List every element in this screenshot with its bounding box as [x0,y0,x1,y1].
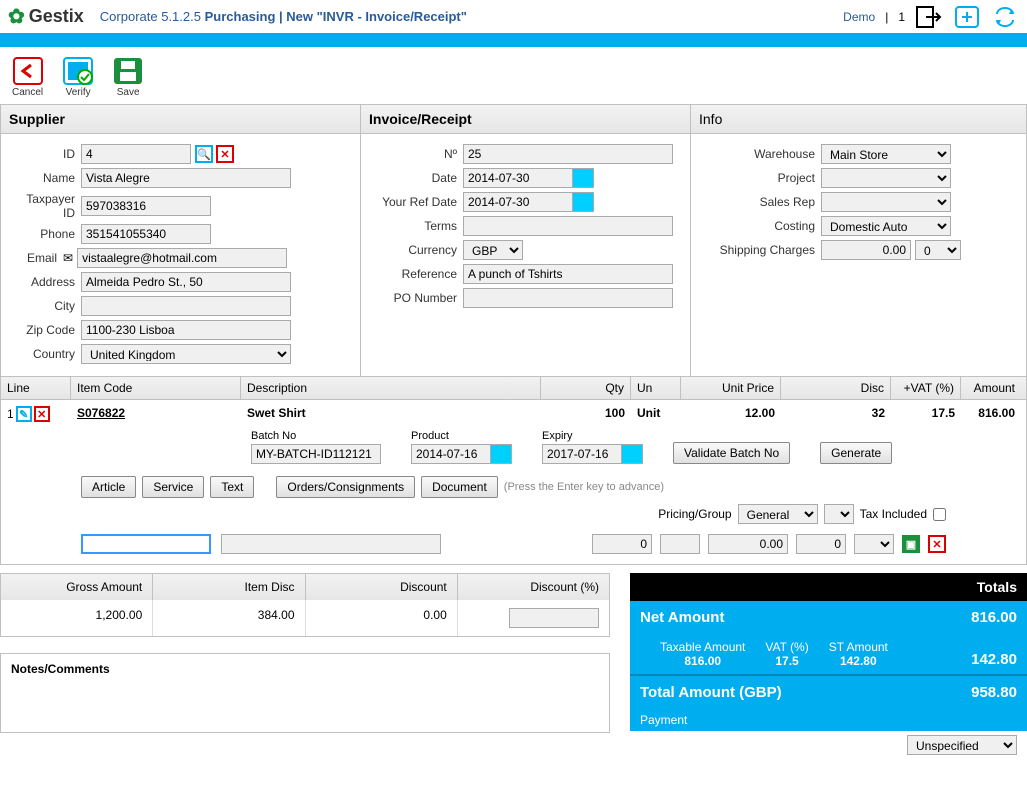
supplier-title: Supplier [1,105,360,134]
edit-line-icon[interactable]: ✎ [16,406,32,422]
entry-code-input[interactable] [81,534,211,554]
payment-label: Payment [630,709,1027,731]
invoice-title: Invoice/Receipt [361,105,690,134]
save-button[interactable]: Save [113,57,143,98]
grid-header: Line Item Code Description Qty Un Unit P… [1,377,1026,400]
total-amount: 958.80 [971,684,1017,701]
entry-un-input[interactable] [660,534,700,554]
demo-link[interactable]: Demo [843,10,875,24]
generate-button[interactable]: Generate [820,442,892,464]
delete-line-icon[interactable]: ✕ [34,406,50,422]
costing-select[interactable]: Domestic Auto [821,216,951,236]
product-date-input[interactable] [411,444,491,464]
terms-input[interactable] [463,216,673,236]
totals-title: Totals [630,573,1027,601]
cancel-button[interactable]: Cancel [12,57,43,98]
pipe: | [885,10,888,24]
brand-logo: ✿ Gestix [8,4,84,29]
entry-price-input[interactable] [708,534,788,554]
tax-sum: 142.80 [971,651,1017,668]
tax-breakdown: Taxable Amount816.00 VAT (%)17.5 ST Amou… [630,634,1027,674]
batch-no-input[interactable] [251,444,381,464]
verify-button[interactable]: Verify [63,57,93,98]
po-input[interactable] [463,288,673,308]
salesrep-select[interactable] [821,192,951,212]
net-amount: 816.00 [971,609,1017,626]
line-type-row: Article Service Text Orders/Consignments… [1,470,1026,530]
clear-supplier-icon[interactable]: ✕ [216,145,234,163]
number-input[interactable] [463,144,673,164]
reference-input[interactable] [463,264,673,284]
tax-included-checkbox[interactable] [933,508,946,521]
entry-vat-select[interactable] [854,534,894,554]
invoice-panel: Invoice/Receipt Nº Date Your Ref Date Te… [361,105,691,376]
taxpayer-input[interactable] [81,196,211,216]
session-num: 1 [898,10,905,24]
entry-qty-input[interactable] [592,534,652,554]
currency-select[interactable]: GBP [463,240,523,260]
new-window-icon[interactable] [953,5,981,29]
cancel-line-icon[interactable]: ✕ [928,535,946,553]
validate-batch-button[interactable]: Validate Batch No [673,442,790,464]
city-input[interactable] [81,296,291,316]
entry-row: ▣ ✕ [1,530,1026,564]
gross-amount: 1,200.00 [1,600,153,636]
form-panels: Supplier ID 🔍 ✕ Name Taxpayer ID Phone E… [0,104,1027,377]
line-row: 1 ✎ ✕ S076822 Swet Shirt 100 Unit 12.00 … [1,400,1026,428]
orders-button[interactable]: Orders/Consignments [276,476,415,498]
zip-input[interactable] [81,320,291,340]
lines-grid: Line Item Code Description Qty Un Unit P… [0,377,1027,565]
date-picker-icon[interactable] [490,444,512,464]
shipping-qty-select[interactable]: 0 [915,240,961,260]
blue-band [0,35,1027,47]
brand-name: Gestix [29,6,84,27]
pricing-extra-select[interactable] [824,504,854,524]
search-supplier-icon[interactable]: 🔍 [195,145,213,163]
pricing-select[interactable]: General [738,504,818,524]
notes-box[interactable]: Notes/Comments [0,653,610,733]
project-select[interactable] [821,168,951,188]
entry-disc-input[interactable] [796,534,846,554]
info-panel: Info Warehouse Main Store Project Sales … [691,105,1026,376]
country-select[interactable]: United Kingdom [81,344,291,364]
supplier-id-input[interactable] [81,144,191,164]
totals-panel: Totals Net Amount 816.00 Taxable Amount8… [630,573,1027,759]
hint-text: (Press the Enter key to advance) [504,481,664,493]
add-line-icon[interactable]: ▣ [902,535,920,553]
action-toolbar: Cancel Verify Save [0,47,1027,104]
yourref-date-input[interactable] [463,192,573,212]
supplier-name-input[interactable] [81,168,291,188]
date-picker-icon[interactable] [621,444,643,464]
item-disc: 384.00 [153,600,305,636]
info-title: Info [691,105,1026,134]
refresh-icon[interactable] [991,5,1019,29]
text-button[interactable]: Text [210,476,254,498]
email-input[interactable] [77,248,287,268]
document-button[interactable]: Document [421,476,498,498]
date-input[interactable] [463,168,573,188]
service-button[interactable]: Service [142,476,204,498]
expiry-date-input[interactable] [542,444,622,464]
discount-pct-input[interactable] [509,608,599,628]
payment-select[interactable]: Unspecified [907,735,1017,755]
logo-mark-icon: ✿ [8,4,25,29]
envelope-icon: ✉ [63,251,73,265]
item-code-link[interactable]: S076822 [77,406,125,420]
address-input[interactable] [81,272,291,292]
logout-icon[interactable] [915,5,943,29]
breadcrumb: Corporate 5.1.2.5 Purchasing | New "INVR… [100,9,467,24]
date-picker-icon[interactable] [572,192,594,212]
summary-table: Gross Amount Item Disc Discount Discount… [0,573,610,637]
supplier-panel: Supplier ID 🔍 ✕ Name Taxpayer ID Phone E… [1,105,361,376]
batch-row: Batch No Product Expiry Validate Batch N… [1,428,1026,470]
discount: 0.00 [306,600,458,636]
date-picker-icon[interactable] [572,168,594,188]
phone-input[interactable] [81,224,211,244]
article-button[interactable]: Article [81,476,136,498]
lower-section: Gross Amount Item Disc Discount Discount… [0,573,1027,759]
warehouse-select[interactable]: Main Store [821,144,951,164]
entry-desc-input[interactable] [221,534,441,554]
topbar: ✿ Gestix Corporate 5.1.2.5 Purchasing | … [0,0,1027,35]
shipping-amount-input[interactable] [821,240,911,260]
